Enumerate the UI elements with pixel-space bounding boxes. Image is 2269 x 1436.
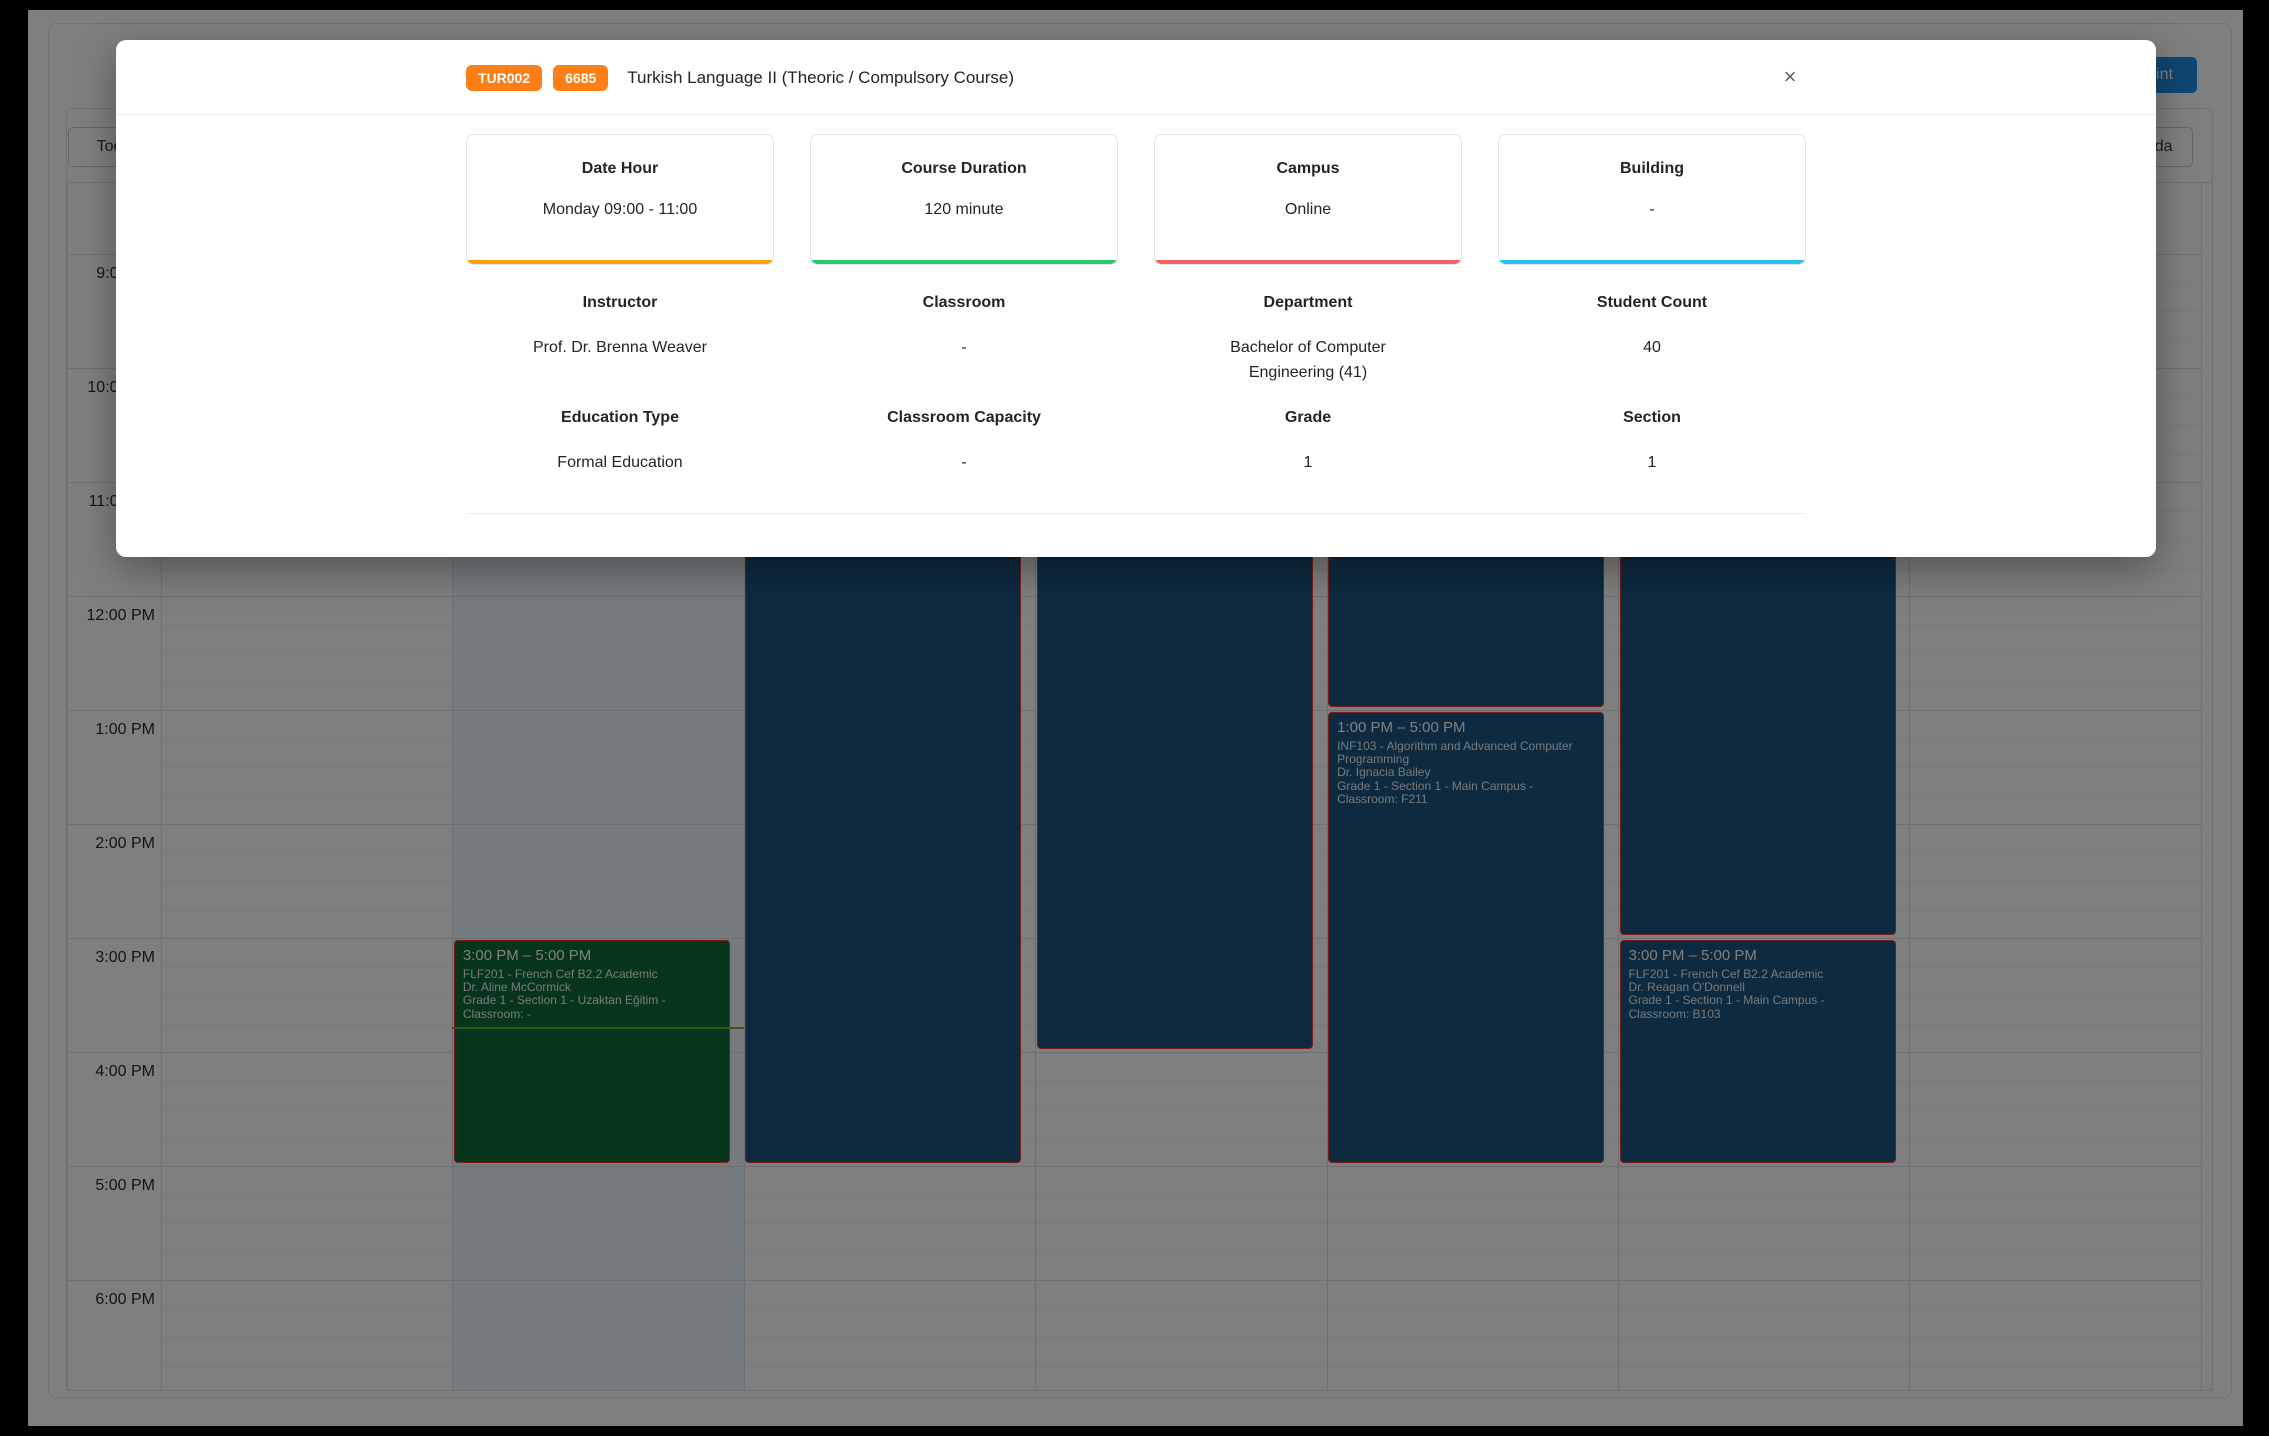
modal-header: TUR002 6685 Turkish Language II (Theoric… bbox=[116, 40, 2156, 115]
field-value-student-count: 40 bbox=[1643, 335, 1661, 385]
course-id-badge: 6685 bbox=[553, 65, 608, 91]
card-label: Campus bbox=[1155, 160, 1461, 178]
card-accent-bar bbox=[1499, 260, 1805, 264]
card-accent-bar bbox=[811, 260, 1117, 264]
field-labels-row1: Instructor Classroom Department Student … bbox=[466, 294, 1806, 312]
modal-body: Date Hour Monday 09:00 - 11:00 Course Du… bbox=[116, 134, 2156, 514]
field-values-row2: Formal Education - 1 1 bbox=[466, 427, 1806, 475]
card-label: Course Duration bbox=[811, 160, 1117, 178]
course-detail-modal: TUR002 6685 Turkish Language II (Theoric… bbox=[116, 40, 2156, 557]
field-values-row1: Prof. Dr. Brenna Weaver - Bachelor of Co… bbox=[466, 312, 1806, 385]
field-label-department: Department bbox=[1154, 294, 1462, 312]
field-value-instructor: Prof. Dr. Brenna Weaver bbox=[533, 335, 707, 385]
field-value-grade: 1 bbox=[1304, 450, 1313, 475]
field-label-student-count: Student Count bbox=[1498, 294, 1806, 312]
campus-card: Campus Online bbox=[1154, 134, 1462, 265]
date-hour-card: Date Hour Monday 09:00 - 11:00 bbox=[466, 134, 774, 265]
field-label-education-type: Education Type bbox=[466, 409, 774, 427]
card-value: - bbox=[1499, 201, 1805, 219]
card-accent-bar bbox=[1155, 260, 1461, 264]
field-label-classroom-capacity: Classroom Capacity bbox=[810, 409, 1118, 427]
field-label-section: Section bbox=[1498, 409, 1806, 427]
modal-footer-divider bbox=[466, 513, 1806, 514]
screen: Print Today Agenda 9:00 AM10:00 AM11:00 … bbox=[0, 0, 2269, 1436]
card-label: Building bbox=[1499, 160, 1805, 178]
building-card: Building - bbox=[1498, 134, 1806, 265]
field-value-department: Bachelor of Computer Engineering (41) bbox=[1203, 335, 1413, 385]
card-value: Monday 09:00 - 11:00 bbox=[467, 201, 773, 219]
summary-cards: Date Hour Monday 09:00 - 11:00 Course Du… bbox=[466, 134, 1806, 265]
field-label-classroom: Classroom bbox=[810, 294, 1118, 312]
card-value: 120 minute bbox=[811, 201, 1117, 219]
field-label-grade: Grade bbox=[1154, 409, 1462, 427]
close-icon[interactable]: × bbox=[1775, 62, 1805, 92]
field-label-instructor: Instructor bbox=[466, 294, 774, 312]
field-value-section: 1 bbox=[1648, 450, 1657, 475]
course-duration-card: Course Duration 120 minute bbox=[810, 134, 1118, 265]
field-value-education-type: Formal Education bbox=[557, 450, 682, 475]
card-label: Date Hour bbox=[467, 160, 773, 178]
field-value-classroom-capacity: - bbox=[961, 450, 966, 475]
field-value-classroom: - bbox=[961, 335, 966, 385]
card-accent-bar bbox=[467, 260, 773, 264]
field-labels-row2: Education Type Classroom Capacity Grade … bbox=[466, 409, 1806, 427]
modal-title: Turkish Language II (Theoric / Compulsor… bbox=[627, 68, 1014, 88]
course-code-badge: TUR002 bbox=[466, 65, 542, 91]
card-value: Online bbox=[1155, 201, 1461, 219]
